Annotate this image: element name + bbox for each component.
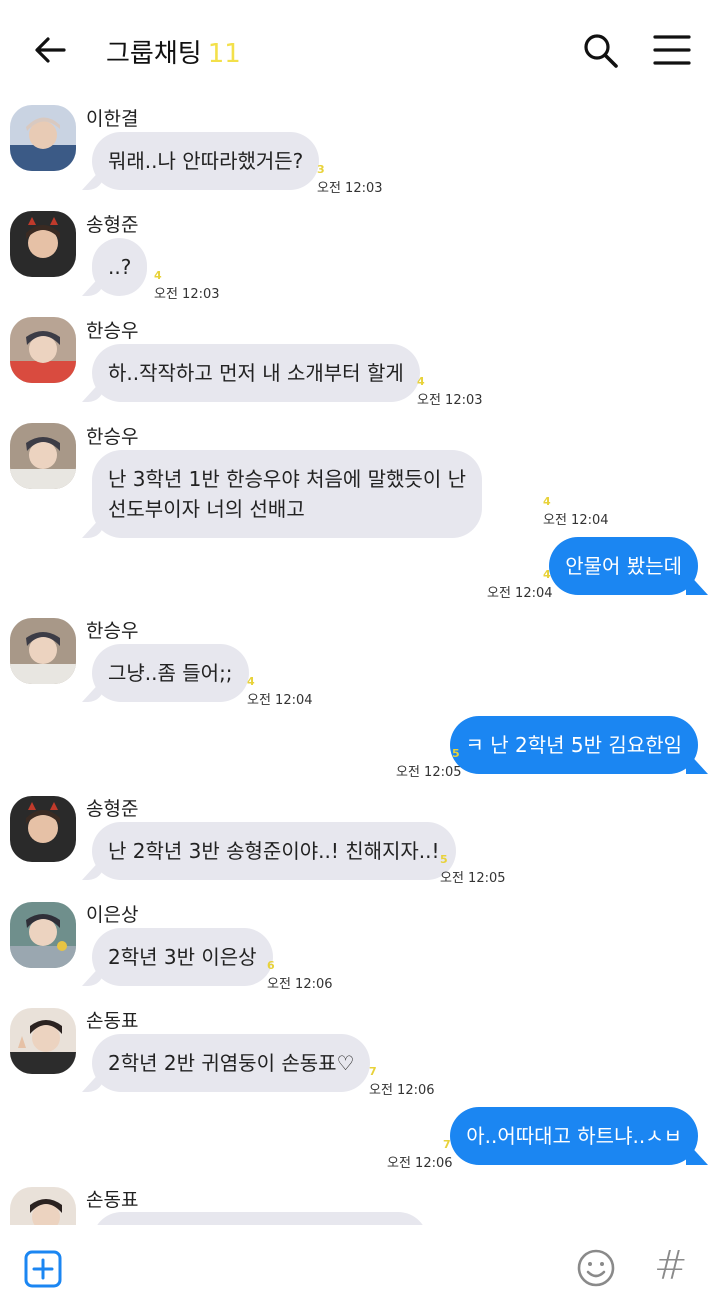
my-message-bubble[interactable]: 아..어따대고 하트냐..ㅅㅂ (450, 1107, 698, 1165)
emoji-smile-icon[interactable] (576, 1248, 616, 1288)
chat-title-text: 그룹채팅 (106, 39, 202, 69)
sender-name: 한승우 (86, 620, 139, 642)
avatar-photo[interactable] (10, 105, 76, 171)
message-time: 오전 12:06 (369, 1083, 435, 1098)
message-list[interactable]: 이한결 뭐래..나 안따라했거든? 3 오전 12:03 송형준 ..? 4 오… (0, 100, 720, 1225)
message-bubble[interactable]: 난 2학년 3반 송형준이야..! 친해지자..! (92, 822, 456, 880)
avatar-photo[interactable] (10, 211, 76, 277)
hashtag-icon[interactable]: # (654, 1243, 688, 1289)
message-time: 오전 12:03 (317, 181, 383, 196)
message-time: 오전 12:06 (267, 977, 333, 992)
avatar-photo[interactable] (10, 796, 76, 862)
sender-name: 한승우 (86, 426, 139, 448)
input-bar: # (0, 1225, 720, 1302)
avatar-photo[interactable] (10, 1008, 76, 1074)
message-time: 오전 12:05 (440, 871, 506, 886)
message-bubble[interactable]: 난 3학년 1반 한승우야 처음에 말했듯이 난 선도부이자 너의 선배고 (92, 450, 482, 538)
sender-name: 송형준 (86, 214, 139, 236)
message-line: 선도부이자 너의 선배고 (108, 497, 305, 521)
chat-title: 그룹채팅 11 (106, 33, 241, 70)
unread-count: 4 (247, 675, 255, 688)
unread-count: 4 (543, 495, 551, 508)
message-bubble[interactable]: 뭐래..나 안따라했거든? (92, 132, 320, 190)
message-bubble[interactable]: 하..작작하고 먼저 내 소개부터 할게 (92, 344, 420, 402)
hamburger-menu-icon[interactable] (652, 30, 692, 70)
message-bubble[interactable]: 2학년 3반 이은상 (92, 928, 273, 986)
sender-name: 이은상 (86, 904, 139, 926)
avatar-photo[interactable] (10, 1187, 76, 1225)
unread-count: 6 (267, 959, 275, 972)
unread-count: 5 (440, 853, 448, 866)
message-line: 난 3학년 1반 한승우야 처음에 말했듯이 난 (108, 467, 466, 491)
avatar-photo[interactable] (10, 317, 76, 383)
avatar-photo[interactable] (10, 902, 76, 968)
message-bubble[interactable]: 그냥..좀 들어;; (92, 644, 249, 702)
message-time: 오전 12:06 (387, 1156, 453, 1171)
message-time: 오전 12:04 (487, 586, 553, 601)
message-bubble[interactable]: 2학년 2반 귀염둥이 손동표♡ (92, 1034, 371, 1092)
chat-header: 그룹채팅 11 (0, 0, 720, 100)
sender-name: 손동표 (86, 1189, 139, 1211)
sender-name: 송형준 (86, 798, 139, 820)
unread-count: 7 (443, 1138, 451, 1151)
unread-count: 7 (369, 1065, 377, 1078)
message-time: 오전 12:05 (396, 765, 462, 780)
unread-count: 4 (154, 269, 162, 282)
unread-count: 3 (317, 163, 325, 176)
sender-name: 손동표 (86, 1010, 139, 1032)
avatar-photo[interactable] (10, 618, 76, 684)
message-bubble[interactable]: ..? (92, 238, 148, 296)
back-arrow-icon[interactable] (30, 30, 70, 70)
message-time: 오전 12:04 (543, 513, 609, 528)
sender-name: 한승우 (86, 320, 139, 342)
message-bubble[interactable] (92, 1212, 428, 1225)
member-count: 11 (207, 39, 241, 69)
add-plus-icon[interactable] (24, 1250, 62, 1288)
search-icon[interactable] (580, 30, 620, 70)
message-time: 오전 12:03 (154, 287, 220, 302)
sender-name: 이한결 (86, 108, 139, 130)
message-time: 오전 12:04 (247, 693, 313, 708)
unread-count: 4 (543, 568, 551, 581)
my-message-bubble[interactable]: 안물어 봤는데 (549, 537, 698, 595)
unread-count: 4 (417, 375, 425, 388)
unread-count: 5 (452, 747, 460, 760)
avatar-photo[interactable] (10, 423, 76, 489)
my-message-bubble[interactable]: ㅋ 난 2학년 5반 김요한임 (449, 716, 698, 774)
message-time: 오전 12:03 (417, 393, 483, 408)
